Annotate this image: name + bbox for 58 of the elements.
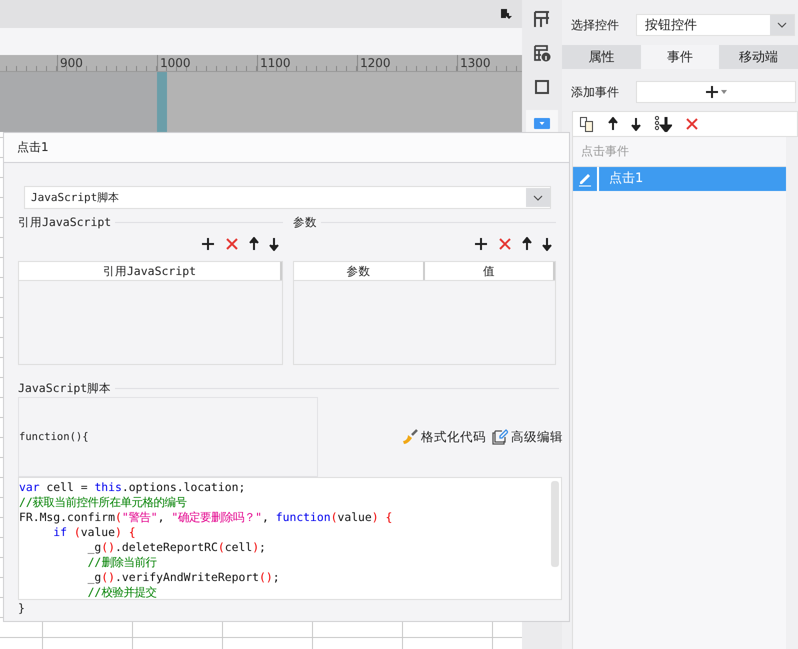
scrollbar[interactable] xyxy=(551,481,559,567)
code-line: _g().deleteReportRC(cell); xyxy=(86,540,267,555)
down-arrow-icon[interactable] xyxy=(631,117,641,131)
toolbar-button[interactable]: 高级编辑 xyxy=(492,428,563,446)
section-legend: 引用JavaScript xyxy=(18,214,112,230)
chevron-down-icon[interactable] xyxy=(777,22,787,28)
section-legend: JavaScript脚本 xyxy=(18,380,112,396)
pencil-icon[interactable] xyxy=(577,171,593,187)
delete-icon[interactable] xyxy=(498,237,512,251)
plus-icon xyxy=(705,85,719,99)
delete-icon[interactable] xyxy=(225,237,239,251)
code-line: //获取当前控件所在单元格的编号 xyxy=(19,495,188,510)
add-event-label: 添加事件 xyxy=(571,84,620,100)
delete-icon[interactable] xyxy=(685,117,699,131)
code-line: if (value) { xyxy=(52,525,137,540)
column-header[interactable]: 值 xyxy=(424,262,555,280)
code-line: _g().verifyAndWriteReport(); xyxy=(86,570,281,585)
column-header[interactable]: 引用JavaScript xyxy=(19,262,282,280)
function-signature: function(){ xyxy=(19,431,89,443)
script-type-select[interactable]: JavaScript脚本 xyxy=(24,186,551,209)
code-line: var cell = this.options.location; xyxy=(19,480,246,495)
code-closing-brace: } xyxy=(18,601,25,615)
section-legend: 参数 xyxy=(293,214,317,230)
chevron-down-icon[interactable] xyxy=(533,194,543,200)
table-info-icon[interactable] xyxy=(533,44,551,62)
panel-tab[interactable]: 属性 xyxy=(562,45,641,69)
toolbar-button[interactable]: 格式化代码 xyxy=(402,428,486,446)
dialog-title: 点击1 xyxy=(4,133,569,163)
code-line: FR.Msg.confirm("警告", "确定要删除吗？", function(value) { xyxy=(19,510,394,525)
up-arrow-icon[interactable] xyxy=(249,237,259,251)
panel-tab[interactable]: 移动端 xyxy=(719,45,798,69)
code-editor[interactable]: var cell = this.options.location; //获取当前控件所在单元格的编号 FR.Msg.confirm("警告", "确定要删除吗？", function(value) { if (value) { _g().deleteReportRC(cell); //删除当前行 _g().verifyAndWriteReport(); //校验并提交 xyxy=(18,477,562,600)
frame-icon[interactable] xyxy=(533,78,551,96)
ruler-label: 1100 xyxy=(257,55,357,71)
code-line: //校验并提交 xyxy=(86,585,158,599)
column-header[interactable]: 参数 xyxy=(294,262,424,280)
up-arrow-icon[interactable] xyxy=(608,117,618,131)
table-icon[interactable] xyxy=(533,10,551,28)
column-highlight xyxy=(157,72,167,132)
ruler-label: 1200 xyxy=(357,55,457,71)
ruler-label: 900 xyxy=(57,55,157,71)
down-arrow-icon[interactable] xyxy=(542,237,552,251)
plus-icon[interactable] xyxy=(474,237,488,251)
brush-icon xyxy=(402,429,418,445)
code-line: //删除当前行 xyxy=(86,555,158,570)
down-arrow-icon[interactable] xyxy=(269,237,279,251)
up-arrow-icon[interactable] xyxy=(522,237,532,251)
ruler-label: 1000 xyxy=(157,55,257,71)
edit-icon xyxy=(492,429,508,445)
move-bottom-icon[interactable] xyxy=(654,116,672,132)
dropdown-icon[interactable] xyxy=(534,118,550,128)
control-select[interactable]: 按钮控件 xyxy=(636,14,795,36)
control-label: 选择控件 xyxy=(571,16,620,34)
layer-menu-icon[interactable] xyxy=(500,8,512,20)
caret-icon xyxy=(721,90,727,94)
copy-icon[interactable] xyxy=(579,116,595,132)
plus-icon[interactable] xyxy=(201,237,215,251)
panel-tab[interactable]: 事件 xyxy=(640,45,720,69)
